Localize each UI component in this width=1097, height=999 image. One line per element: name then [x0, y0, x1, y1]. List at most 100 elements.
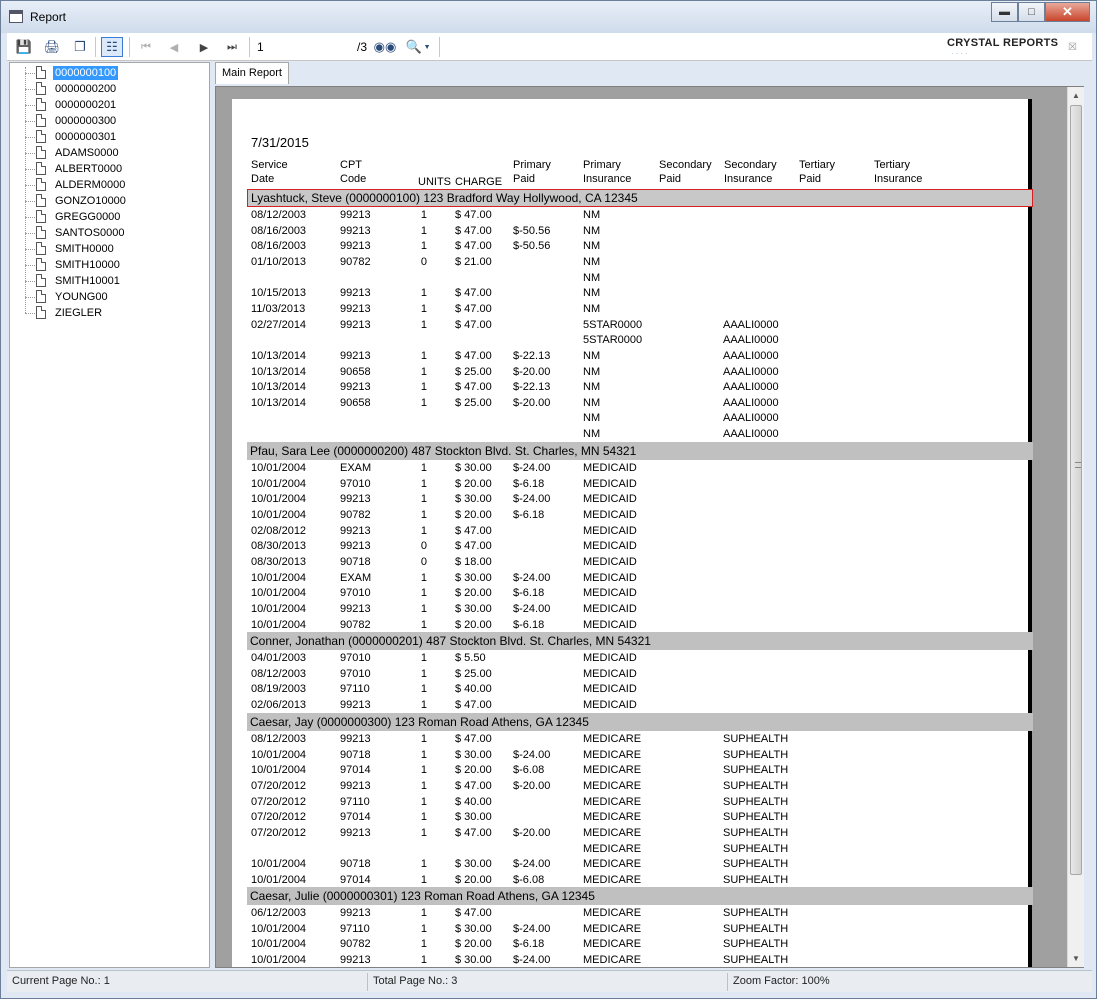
- close-view-icon[interactable]: ☒: [1068, 42, 1077, 53]
- report-cell: 10/01/2004: [251, 462, 307, 474]
- report-cell: 10/13/2014: [251, 349, 307, 362]
- tree-item[interactable]: 0000000200: [10, 81, 210, 97]
- tree-item[interactable]: 0000000100: [10, 65, 210, 81]
- document-icon: [36, 82, 46, 95]
- tree-item[interactable]: YOUNG00: [10, 289, 210, 305]
- report-cell: $-20.00: [513, 365, 551, 378]
- report-cell: 10/01/2004: [251, 922, 307, 935]
- tree-item[interactable]: SANTOS0000: [10, 225, 210, 241]
- tree-item[interactable]: 0000000201: [10, 97, 210, 113]
- report-cell: 1: [420, 922, 427, 935]
- previous-page-icon: ◀: [169, 41, 179, 54]
- chevron-down-icon: ▼: [423, 43, 431, 51]
- group-header[interactable]: Caesar, Jay (0000000300) 123 Roman Road …: [247, 713, 1033, 731]
- page-number-input[interactable]: [255, 39, 355, 55]
- column-header: Primary: [513, 159, 551, 171]
- title-bar[interactable]: Report ▬ □ ✕: [1, 1, 1096, 33]
- group-header[interactable]: Conner, Jonathan (0000000201) 487 Stockt…: [247, 632, 1033, 650]
- report-cell: 1: [420, 508, 427, 521]
- document-icon: [36, 98, 46, 111]
- tree-item[interactable]: ALDERM0000: [10, 177, 210, 193]
- tree-item[interactable]: GREGG0000: [10, 209, 210, 225]
- report-cell: $ 21.00: [455, 255, 492, 268]
- report-cell: NM: [583, 255, 601, 268]
- tree-item[interactable]: ALBERT0000: [10, 161, 210, 177]
- copy-button[interactable]: ❐: [69, 37, 91, 57]
- scroll-up-icon[interactable]: ▲: [1068, 87, 1084, 104]
- report-cell: $ 20.00: [455, 477, 492, 490]
- report-cell: $ 47.00: [455, 733, 492, 745]
- report-cell: 1: [420, 652, 427, 664]
- group-header[interactable]: Lyashtuck, Steve (0000000100) 123 Bradfo…: [247, 189, 1033, 207]
- tree-item[interactable]: SMITH0000: [10, 241, 210, 257]
- last-page-button[interactable]: ⏭: [221, 37, 243, 57]
- tree-item[interactable]: 0000000300: [10, 113, 210, 129]
- report-cell: MEDICARE: [583, 764, 642, 777]
- report-cell: 99213: [340, 698, 371, 711]
- report-cell: SUPHEALTH: [723, 795, 789, 808]
- report-cell: 1: [420, 209, 427, 221]
- window-icon: [9, 10, 23, 23]
- report-cell: 5STAR0000: [583, 334, 643, 347]
- report-cell: SUPHEALTH: [723, 938, 789, 951]
- report-cell: NM: [583, 412, 601, 425]
- maximize-button[interactable]: □: [1018, 2, 1045, 22]
- report-cell: $-24.00: [513, 858, 551, 871]
- report-cell: EXAM: [340, 462, 372, 474]
- tree-item[interactable]: SMITH10001: [10, 273, 210, 289]
- scroll-thumb[interactable]: [1070, 105, 1082, 875]
- vertical-scrollbar[interactable]: ▲ ▼: [1067, 87, 1084, 967]
- report-cell: 90782: [340, 938, 371, 951]
- tree-item[interactable]: GONZO10000: [10, 193, 210, 209]
- tree-item[interactable]: ADAMS0000: [10, 145, 210, 161]
- toolbar-separator: [95, 37, 96, 57]
- zoom-status: Zoom Factor: 100%: [733, 975, 830, 987]
- report-cell: $ 30.00: [455, 493, 492, 506]
- report-cell: SUPHEALTH: [723, 826, 789, 839]
- copy-icon: ❐: [74, 39, 86, 54]
- report-cell: 99213: [340, 302, 371, 315]
- tree-item[interactable]: ZIEGLER: [10, 305, 210, 321]
- report-cell: SUPHEALTH: [723, 907, 789, 919]
- toggle-group-tree-button[interactable]: ☷: [101, 37, 123, 57]
- report-cell: MEDICARE: [583, 907, 642, 919]
- previous-page-button[interactable]: ◀: [163, 37, 185, 57]
- toolbar: 💾 🖨 ❐ ☷ ⏮ ◀ ▶ ⏭ /3 ◉◉ 🔍▼ CRYSTAL REPORTS…: [7, 33, 1092, 61]
- column-header: Secondary: [659, 159, 712, 171]
- export-button[interactable]: 💾: [13, 37, 35, 57]
- report-cell: $-20.00: [513, 826, 551, 839]
- tree-item[interactable]: SMITH10000: [10, 257, 210, 273]
- report-cell: 90718: [340, 858, 371, 871]
- report-cell: $-50.56: [513, 240, 551, 253]
- report-date: 7/31/2015: [251, 135, 309, 150]
- report-cell: 1: [420, 349, 427, 362]
- report-cell: $-24.00: [513, 571, 551, 584]
- close-button[interactable]: ✕: [1045, 2, 1090, 22]
- group-header[interactable]: Pfau, Sara Lee (0000000200) 487 Stockton…: [247, 442, 1033, 460]
- report-cell: 1: [420, 224, 427, 237]
- scroll-down-icon[interactable]: ▼: [1068, 950, 1084, 967]
- report-cell: $-24.00: [513, 953, 551, 966]
- tree-connector: [25, 297, 35, 298]
- tree-item[interactable]: 0000000301: [10, 129, 210, 145]
- column-header: Tertiary: [874, 159, 911, 171]
- report-cell: 99213: [340, 540, 371, 553]
- first-page-button[interactable]: ⏮: [135, 37, 157, 57]
- zoom-icon: 🔍: [405, 39, 422, 54]
- zoom-dropdown-button[interactable]: 🔍 ▼: [403, 37, 433, 57]
- tree-connector: [25, 121, 35, 122]
- report-cell: 99213: [340, 318, 371, 331]
- print-button[interactable]: 🖨: [41, 37, 63, 57]
- report-cell: $ 47.00: [455, 826, 492, 839]
- report-cell: 1: [420, 477, 427, 490]
- report-cell: MEDICARE: [583, 858, 642, 871]
- next-page-button[interactable]: ▶: [193, 37, 215, 57]
- report-cell: 10/13/2014: [251, 365, 307, 378]
- group-header[interactable]: Caesar, Julie (0000000301) 123 Roman Roa…: [247, 887, 1033, 905]
- tab-main-report[interactable]: Main Report: [215, 62, 289, 84]
- report-cell: 10/13/2014: [251, 381, 307, 394]
- report-cell: 04/01/2003: [251, 652, 307, 664]
- column-header: Primary: [583, 159, 621, 171]
- find-button[interactable]: ◉◉: [374, 37, 397, 57]
- minimize-button[interactable]: ▬: [991, 2, 1018, 22]
